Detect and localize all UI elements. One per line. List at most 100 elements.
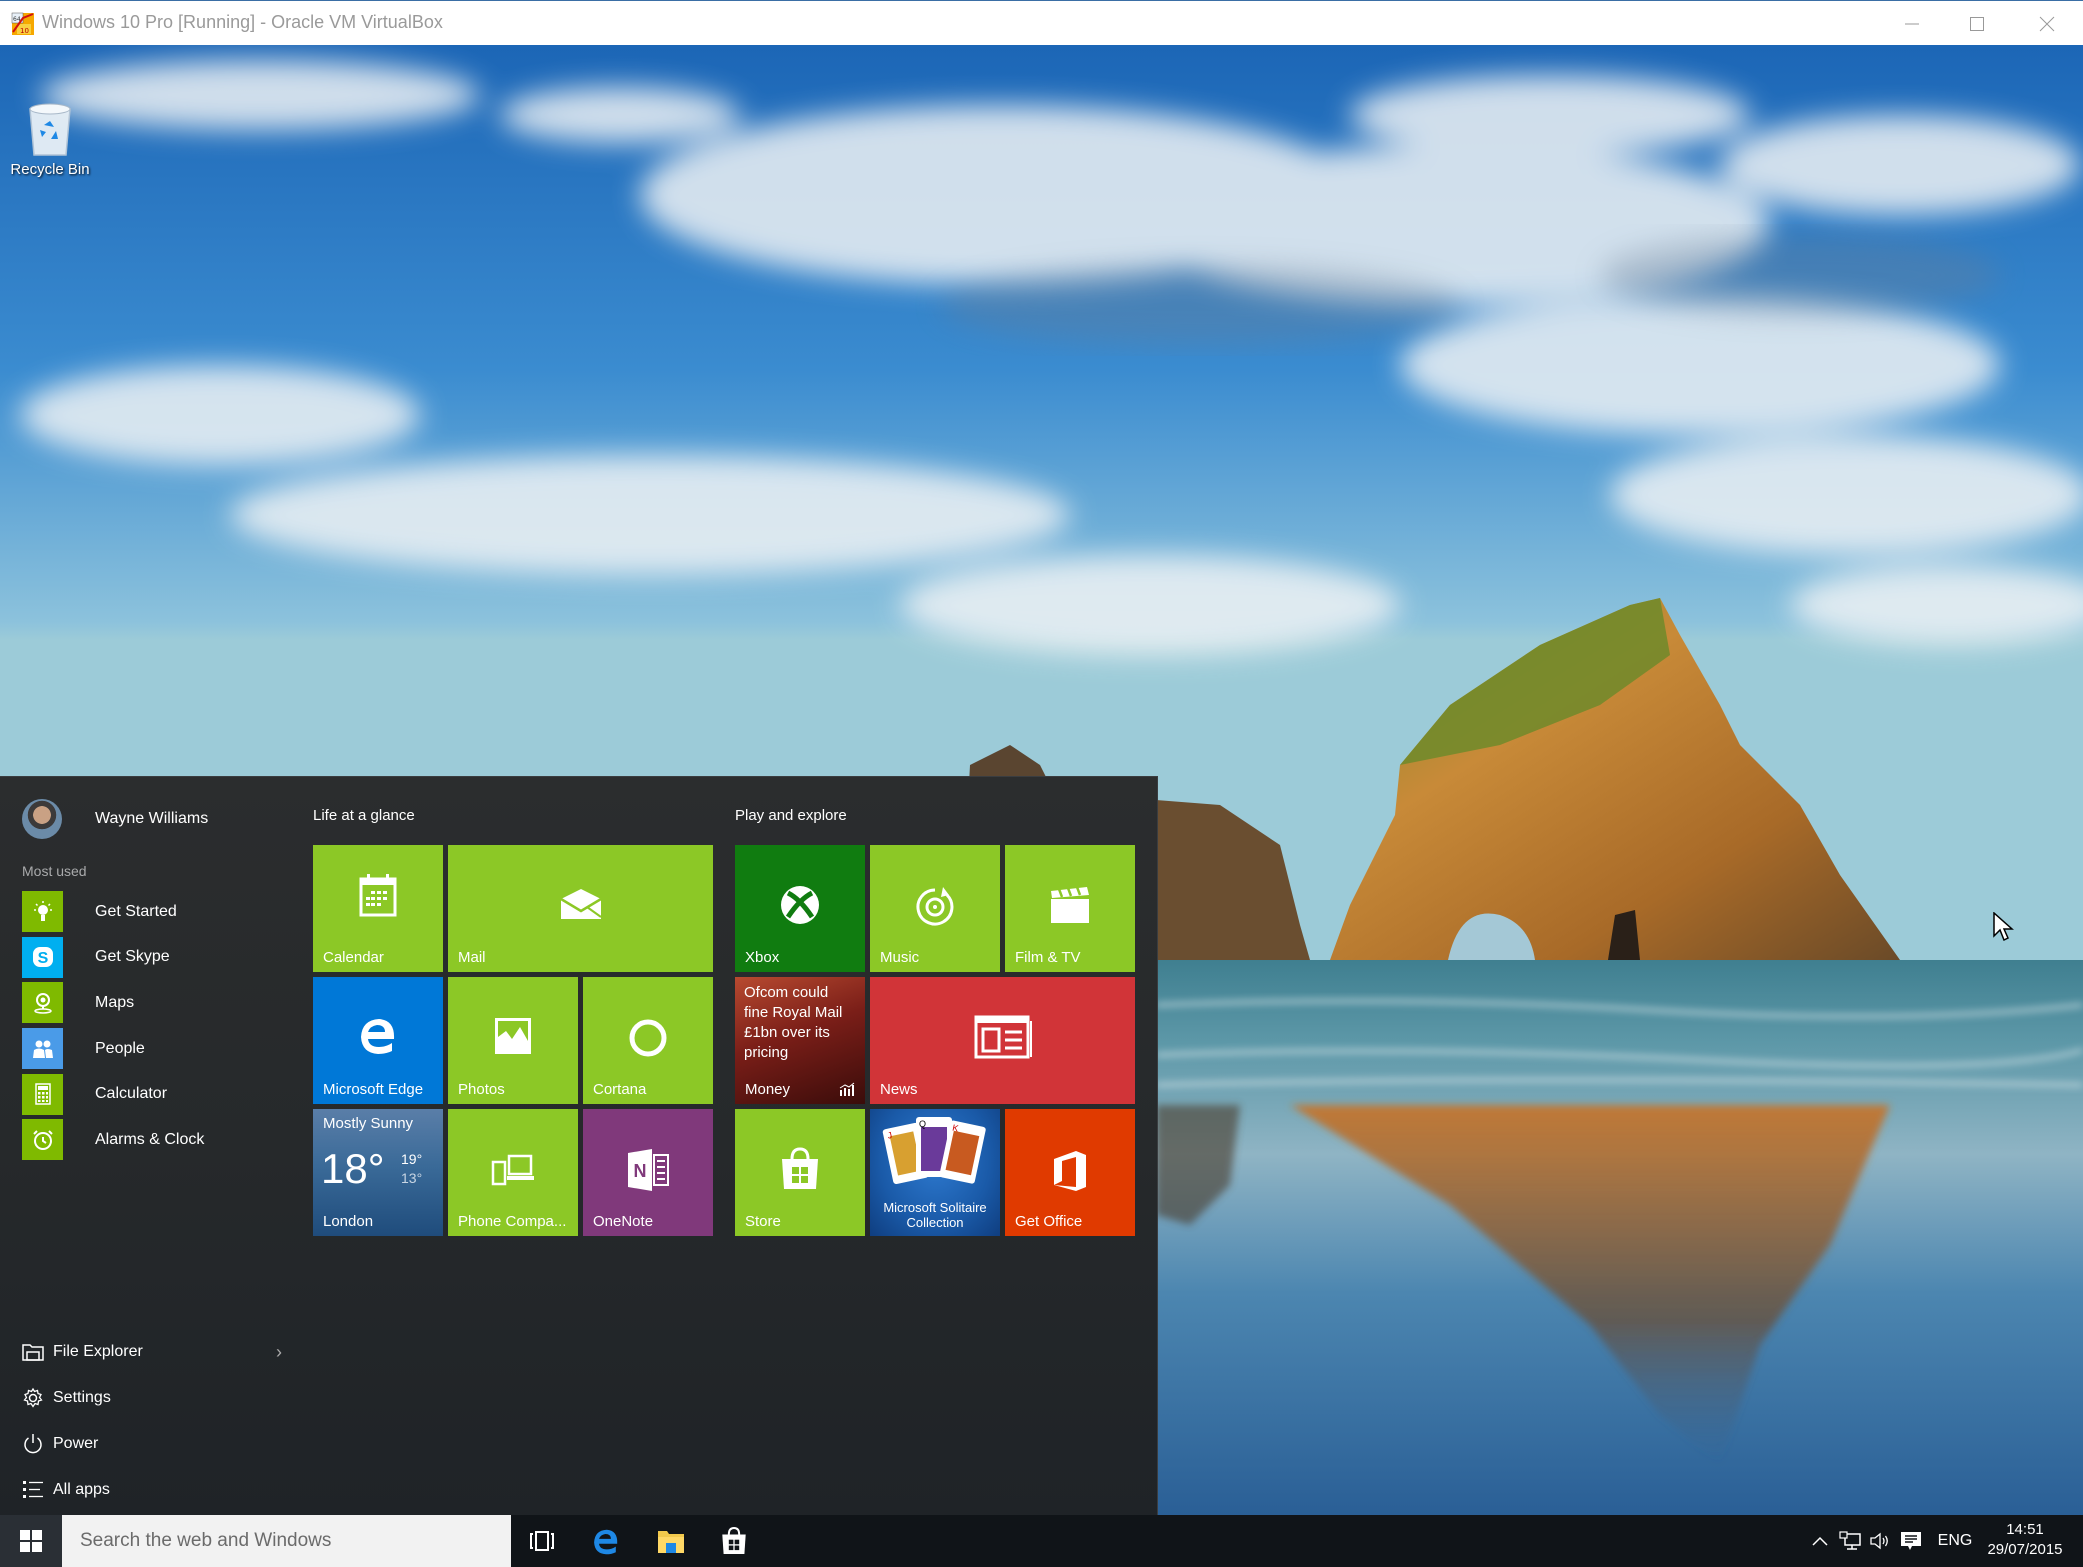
tile-xbox[interactable]: Xbox — [735, 845, 865, 972]
avatar — [22, 799, 62, 839]
clock-button[interactable]: 14:51 29/07/2015 — [1975, 1520, 2075, 1560]
virtualbox-icon: 64 10 — [11, 12, 34, 35]
photos-icon — [448, 1017, 578, 1055]
tile-mail[interactable]: Mail — [448, 845, 713, 972]
money-headline: Ofcom could fine Royal Mail £1bn over it… — [744, 984, 843, 1061]
power-label: Power — [53, 1435, 99, 1452]
tile-group-title: Play and explore — [735, 807, 847, 824]
network-button[interactable] — [1835, 1515, 1865, 1567]
tile-label: Photos — [458, 1081, 505, 1098]
edge-icon — [594, 1529, 618, 1555]
most-used-label: People — [95, 1039, 145, 1057]
tile-music[interactable]: Music — [870, 845, 1000, 972]
maximize-button[interactable] — [1942, 1, 2012, 46]
chevron-up-icon — [1812, 1536, 1828, 1546]
taskbar-store-button[interactable] — [703, 1515, 765, 1567]
film-icon — [1005, 885, 1135, 925]
input-language-button[interactable]: ENG — [1930, 1515, 1980, 1567]
most-used-label: Calculator — [95, 1085, 168, 1103]
weather-high: 19° — [401, 1151, 423, 1167]
most-used-label: Get Started — [95, 902, 177, 920]
tile-calendar[interactable]: Calendar — [313, 845, 443, 972]
tile-photos[interactable]: Photos — [448, 977, 578, 1104]
most-used-item-people[interactable]: People — [22, 1028, 292, 1070]
tile-label: Microsoft Edge — [323, 1081, 424, 1098]
weather-temperature: 18° — [321, 1145, 385, 1192]
search-box[interactable] — [62, 1515, 511, 1567]
window-title: Windows 10 Pro [Running] - Oracle VM Vir… — [42, 12, 443, 32]
cortana-icon — [583, 1017, 713, 1059]
close-icon — [2039, 16, 2055, 31]
most-used-label: Alarms & Clock — [95, 1130, 205, 1148]
tile-label: Mail — [458, 949, 486, 966]
minimize-button[interactable] — [1877, 1, 1947, 46]
tile-label: London — [323, 1213, 374, 1230]
taskbar: ENG 14:51 29/07/2015 — [0, 1515, 2083, 1567]
most-used-item-maps[interactable]: Maps — [22, 982, 292, 1024]
solitaire-cards-icon: J Q K — [882, 1117, 986, 1185]
tile-onenote[interactable]: N OneNote — [583, 1109, 713, 1236]
chevron-right-icon[interactable]: › — [276, 1342, 282, 1363]
most-used-item-alarms-clock[interactable]: Alarms & Clock — [22, 1119, 292, 1161]
search-input[interactable] — [78, 1529, 502, 1553]
tile-label: Microsoft Solitaire Collection — [883, 1200, 987, 1230]
svg-text:64: 64 — [13, 16, 21, 23]
tile-film-tv[interactable]: Film & TV — [1005, 845, 1135, 972]
tile-group-title: Life at a glance — [313, 807, 415, 824]
taskbar-edge-button[interactable] — [575, 1515, 637, 1567]
tile-money[interactable]: Ofcom could fine Royal Mail £1bn over it… — [735, 977, 865, 1104]
tile-label: Money — [745, 1081, 791, 1098]
action-center-button[interactable] — [1895, 1515, 1927, 1567]
window-titlebar: 64 10 Windows 10 Pro [Running] - Oracle … — [0, 0, 2083, 45]
show-hidden-icons-button[interactable] — [1805, 1515, 1835, 1567]
office-icon — [1005, 1149, 1135, 1193]
svg-text:S: S — [37, 950, 48, 967]
folder-icon — [22, 1341, 44, 1363]
close-button[interactable] — [2012, 1, 2082, 46]
money-chart-icon — [839, 1082, 855, 1096]
tile-cortana[interactable]: Cortana — [583, 977, 713, 1104]
all-apps-label: All apps — [53, 1481, 110, 1498]
edge-icon — [313, 1015, 443, 1055]
weather-condition: Mostly Sunny — [323, 1115, 414, 1132]
tile-solitaire[interactable]: J Q K Microsoft Solitaire Collection — [870, 1109, 1000, 1236]
tile-store[interactable]: Store — [735, 1109, 865, 1236]
power-button[interactable]: Power — [22, 1429, 282, 1459]
skype-icon: S — [22, 936, 63, 978]
settings-label: Settings — [53, 1389, 111, 1406]
task-view-button[interactable] — [511, 1515, 573, 1567]
news-icon — [870, 1015, 1135, 1059]
windows-logo-icon — [20, 1530, 42, 1552]
recycle-bin-icon — [29, 103, 71, 156]
tile-news[interactable]: News — [870, 977, 1135, 1104]
desktop-icon-recycle-bin[interactable]: Recycle Bin — [8, 101, 92, 178]
most-used-label: Maps — [95, 993, 135, 1011]
tile-phone-companion[interactable]: Phone Compa... — [448, 1109, 578, 1236]
user-name: Wayne Williams — [95, 810, 209, 827]
tile-get-office[interactable]: Get Office — [1005, 1109, 1135, 1236]
people-icon — [22, 1028, 63, 1070]
task-view-icon — [530, 1531, 554, 1551]
notification-icon — [1901, 1532, 1921, 1550]
settings-button[interactable]: Settings — [22, 1383, 282, 1413]
weather-low: 13° — [401, 1170, 423, 1186]
maps-icon — [22, 982, 63, 1024]
file-explorer-button[interactable]: File Explorer › — [22, 1337, 282, 1367]
tile-weather[interactable]: Mostly Sunny 18° 19° 13° London — [313, 1109, 443, 1236]
user-account-button[interactable]: Wayne Williams — [22, 799, 208, 839]
store-icon — [722, 1527, 746, 1554]
volume-button[interactable] — [1865, 1515, 1895, 1567]
all-apps-button[interactable]: All apps — [22, 1475, 282, 1505]
most-used-item-get-skype[interactable]: S Get Skype — [22, 936, 292, 978]
tile-label: Calendar — [323, 949, 384, 966]
tile-label: Xbox — [745, 949, 780, 966]
lightbulb-icon — [22, 891, 63, 932]
xbox-icon — [735, 885, 865, 925]
most-used-item-get-started[interactable]: Get Started — [22, 891, 292, 932]
taskbar-file-explorer-button[interactable] — [640, 1515, 702, 1567]
most-used-item-calculator[interactable]: Calculator — [22, 1073, 292, 1115]
tile-microsoft-edge[interactable]: Microsoft Edge — [313, 977, 443, 1104]
tile-label: Phone Compa... — [458, 1213, 567, 1230]
mail-icon — [448, 887, 713, 921]
start-button[interactable] — [0, 1515, 62, 1567]
